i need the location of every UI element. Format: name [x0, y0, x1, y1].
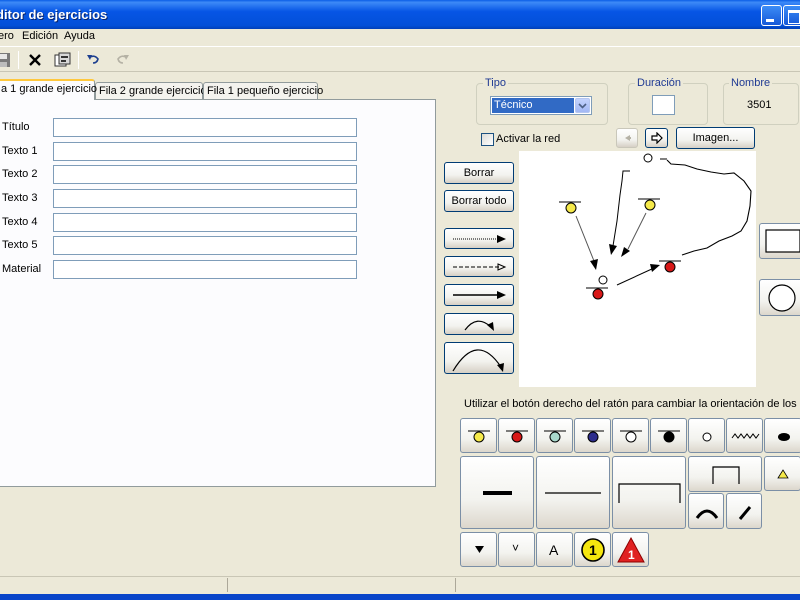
run-arrow-curve[interactable] [609, 170, 630, 255]
filled-triangle-tool[interactable] [460, 532, 497, 567]
teal-player-tool[interactable] [536, 418, 573, 453]
thin-line-tool[interactable] [536, 456, 610, 529]
field-label-texto-4: Texto 4 [2, 216, 38, 228]
imagen-button[interactable]: Imagen... [676, 127, 755, 149]
navy-player-tool[interactable] [574, 418, 611, 453]
titulo-input[interactable] [53, 118, 357, 137]
window-bottom-frame [0, 594, 800, 600]
texto-1-input[interactable] [53, 142, 357, 161]
maximize-button[interactable] [783, 5, 800, 26]
text-tool-glyph: A [549, 542, 559, 558]
cone-tool[interactable] [688, 418, 725, 453]
white-player-tool[interactable] [612, 418, 649, 453]
hurdle-tool[interactable] [688, 493, 724, 529]
triangle-tool[interactable] [764, 456, 800, 491]
minimize-button[interactable] [761, 5, 782, 26]
tab-fila-2-grande[interactable]: Fila 2 grande ejercicio [95, 82, 207, 99]
stick-tool[interactable] [726, 493, 762, 529]
number-badge-text: 1 [589, 542, 597, 558]
menu-edit[interactable]: Edición [22, 30, 58, 42]
activar-red-checkbox[interactable] [481, 133, 494, 146]
menu-bar: ero Edición Ayuda [0, 29, 800, 46]
circle-shape-tool[interactable] [759, 279, 800, 316]
red-player-tool[interactable] [498, 418, 535, 453]
drawing-canvas[interactable] [519, 151, 756, 387]
texto-2-input[interactable] [53, 165, 357, 184]
black-player-tool[interactable] [650, 418, 687, 453]
next-button[interactable] [645, 128, 668, 148]
arrow-left-icon [625, 135, 631, 141]
tab-fila-1-pequeno[interactable]: Fila 1 pequeño ejercicio [203, 82, 323, 99]
title-bar: ditor de ejercicios [0, 0, 800, 29]
arrow-right-to-center[interactable] [621, 212, 647, 257]
warning-tool-text: 1 [628, 548, 635, 562]
arrow-center-to-right[interactable] [616, 264, 660, 286]
toolbar [0, 46, 800, 72]
ball-tool[interactable] [764, 418, 800, 453]
large-curve-arrow-tool[interactable] [444, 342, 514, 374]
texto-3-input[interactable] [53, 189, 357, 208]
field-label-texto-3: Texto 3 [2, 192, 38, 204]
delete-icon[interactable] [24, 50, 46, 70]
arrow-right-icon [650, 132, 663, 144]
properties-icon[interactable] [52, 50, 74, 70]
tipo-label: Tipo [483, 77, 508, 89]
dotted-arrow-tool[interactable] [444, 228, 514, 249]
field-label-texto-1: Texto 1 [2, 145, 38, 157]
field-label-titulo: Título [2, 121, 30, 133]
redo-icon [112, 50, 134, 70]
chevron-tool[interactable]: ˅ [498, 532, 535, 567]
rectangle-shape-tool[interactable] [759, 223, 800, 259]
toolbar-separator [78, 51, 79, 69]
text-tool[interactable]: A [536, 532, 573, 567]
borrar-button[interactable]: Borrar [444, 162, 514, 184]
texto-4-input[interactable] [53, 213, 357, 232]
number-badge-tool[interactable]: 1 [574, 532, 611, 567]
chevron-tool-glyph: ˅ [512, 541, 520, 555]
field-label-material: Material [2, 263, 42, 275]
undo-icon[interactable] [82, 50, 104, 70]
previous-button[interactable] [616, 128, 638, 148]
duracion-input[interactable] [652, 95, 675, 115]
player-yellow-right[interactable] [638, 198, 660, 211]
status-bar [0, 576, 800, 594]
thick-line-tool[interactable] [460, 456, 534, 529]
duracion-label: Duración [635, 77, 684, 89]
cone-top[interactable] [643, 153, 653, 163]
nombre-value: 3501 [747, 99, 772, 111]
zigzag-tool[interactable] [726, 418, 763, 453]
borrar-todo-button[interactable]: Borrar todo [444, 190, 514, 212]
field-label-texto-2: Texto 2 [2, 168, 38, 180]
activar-red-label: Activar la red [496, 133, 561, 145]
material-input[interactable] [53, 260, 357, 279]
save-icon[interactable] [0, 50, 14, 70]
window-title: ditor de ejercicios [0, 7, 108, 22]
solid-arrow-tool[interactable] [444, 284, 514, 306]
player-red-center[interactable] [586, 287, 608, 300]
field-label-texto-5: Texto 5 [2, 239, 38, 251]
texto-5-input[interactable] [53, 236, 357, 255]
nombre-label: Nombre [729, 77, 773, 89]
tipo-select[interactable]: Técnico [490, 96, 592, 115]
cone-center[interactable] [598, 275, 608, 285]
arrow-left-to-center[interactable] [575, 215, 598, 270]
player-yellow-left[interactable] [559, 201, 581, 214]
status-separator [455, 578, 456, 592]
tipo-selected-value: Técnico [492, 98, 574, 113]
large-goal-tool[interactable] [612, 456, 686, 529]
chevron-down-icon[interactable] [575, 98, 590, 113]
small-goal-tool[interactable] [688, 456, 762, 492]
tab-fila-1-grande[interactable]: a 1 grande ejercicio [0, 79, 97, 100]
freehand-loop[interactable] [666, 159, 752, 256]
dashed-arrow-tool[interactable] [444, 256, 514, 277]
orientation-hint: Utilizar el botón derecho del ratón para… [464, 398, 800, 410]
menu-file[interactable]: ero [0, 30, 14, 42]
toolbar-separator [18, 51, 19, 69]
player-red-right[interactable] [659, 260, 681, 273]
warning-tool[interactable]: 1 [612, 532, 649, 567]
small-curve-arrow-tool[interactable] [444, 313, 514, 335]
menu-help[interactable]: Ayuda [64, 30, 95, 42]
status-separator [227, 578, 228, 592]
yellow-player-tool[interactable] [460, 418, 497, 453]
